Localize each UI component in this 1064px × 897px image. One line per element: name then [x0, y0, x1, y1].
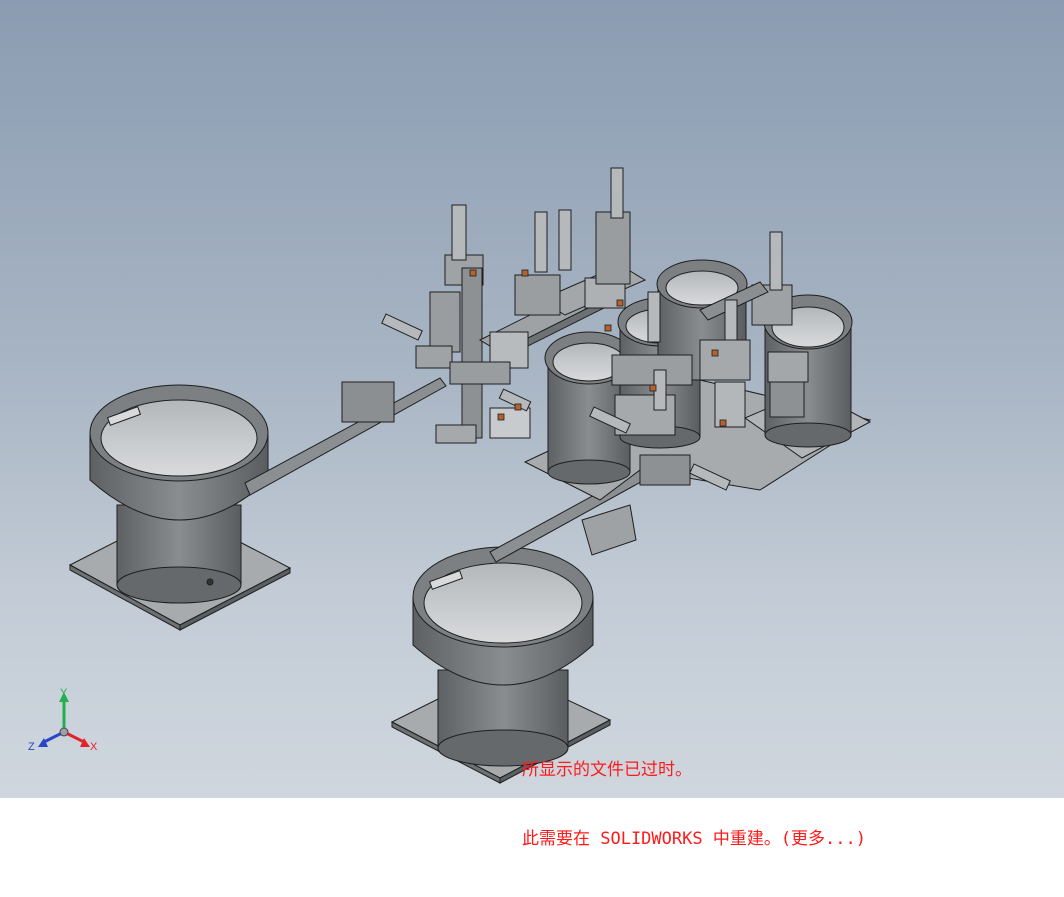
triad-y-label: Y: [60, 687, 68, 699]
rebuild-notice-line1: 所显示的文件已过时。: [522, 760, 692, 780]
graphics-viewport[interactable]: Y X Z 所显示的文件已过时。 此需要在 SOLIDWORKS 中重建。(更多…: [0, 0, 1064, 849]
rebuild-notice[interactable]: 所显示的文件已过时。 此需要在 SOLIDWORKS 中重建。(更多...): [522, 713, 866, 897]
triad-x-label: X: [90, 741, 98, 753]
model-3d-view[interactable]: [0, 0, 1064, 798]
rebuild-notice-line2[interactable]: 此需要在 SOLIDWORKS 中重建。(更多...): [522, 828, 866, 851]
coordinate-triad: Y X Z: [28, 687, 98, 753]
triad-z-label: Z: [28, 741, 35, 753]
